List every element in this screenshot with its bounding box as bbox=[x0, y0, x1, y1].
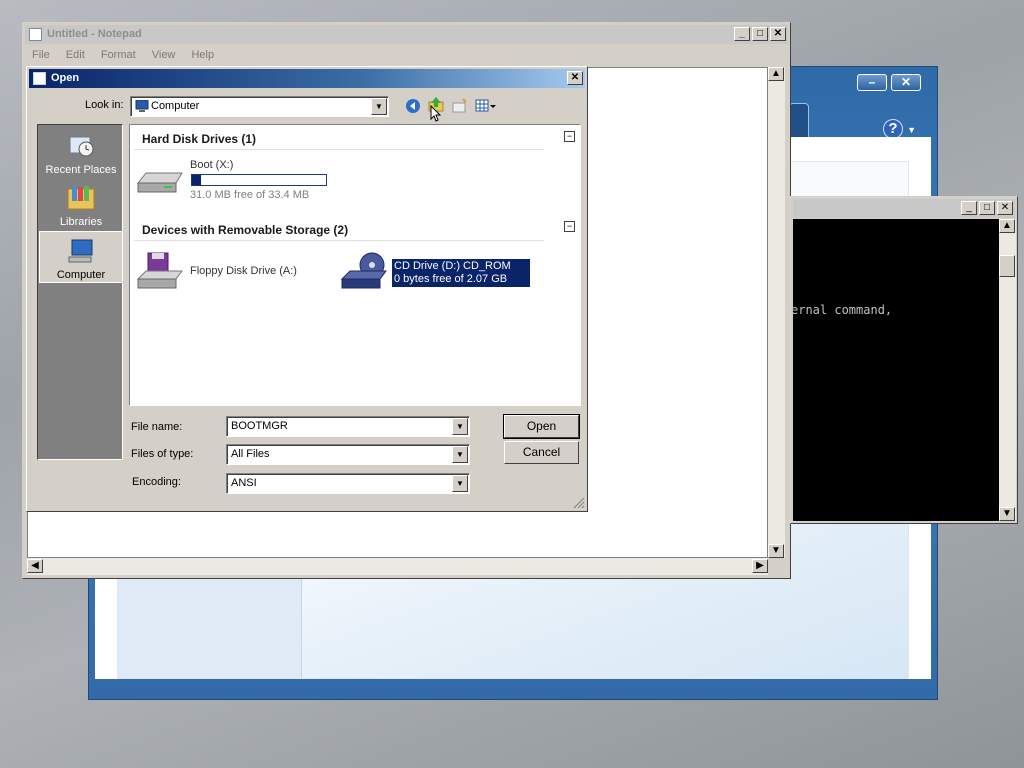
open-button[interactable]: Open bbox=[503, 414, 580, 439]
minimize-button[interactable]: _ bbox=[961, 201, 977, 215]
maximize-button[interactable]: □ bbox=[752, 27, 768, 41]
cd-drive-icon bbox=[340, 252, 387, 289]
file-name-field[interactable]: BOOTMGR ▼ bbox=[226, 416, 470, 437]
menu-edit[interactable]: Edit bbox=[66, 49, 85, 61]
files-of-type-value: All Files bbox=[231, 448, 270, 460]
group-heading: Devices with Removable Storage (2) bbox=[142, 223, 349, 237]
place-label: Libraries bbox=[59, 216, 103, 228]
menu-file[interactable]: File bbox=[32, 49, 50, 61]
menu-bar: File Edit Format View Help bbox=[25, 45, 788, 65]
vertical-scrollbar[interactable]: ▲ ▼ bbox=[768, 67, 785, 558]
files-of-type-select[interactable]: All Files ▼ bbox=[226, 444, 470, 465]
encoding-select[interactable]: ANSI ▼ bbox=[226, 473, 470, 494]
close-button[interactable]: ✕ bbox=[997, 201, 1013, 215]
place-computer[interactable]: Computer bbox=[39, 231, 123, 283]
places-bar: Recent Places Libraries Computer bbox=[37, 124, 123, 460]
group-heading: Hard Disk Drives (1) bbox=[142, 132, 257, 146]
drive-free-space: 31.0 MB free of 33.4 MB bbox=[190, 189, 310, 201]
help-icon: ? bbox=[883, 119, 903, 139]
menu-format[interactable]: Format bbox=[101, 49, 136, 61]
open-dialog: Open ✕ Look in: Computer ▼ Recent Places… bbox=[26, 66, 588, 512]
dialog-title: Open bbox=[51, 72, 80, 84]
look-in-label: Look in: bbox=[85, 99, 124, 111]
scroll-up-icon[interactable]: ▲ bbox=[999, 219, 1015, 233]
window-title: Untitled - Notepad bbox=[47, 28, 142, 40]
file-name-value: BOOTMGR bbox=[231, 420, 288, 432]
drive-usage-fill bbox=[192, 175, 202, 185]
maximize-button[interactable]: □ bbox=[979, 201, 995, 215]
chevron-down-icon: ▼ bbox=[907, 125, 917, 135]
floppy-drive-icon bbox=[136, 252, 183, 289]
view-menu-icon[interactable] bbox=[475, 98, 497, 114]
encoding-label: Encoding: bbox=[132, 476, 181, 488]
place-label: Recent Places bbox=[45, 164, 117, 176]
console-output[interactable]: ernal command, bbox=[791, 219, 999, 521]
place-libraries[interactable]: Libraries bbox=[39, 179, 123, 231]
drive-name: Floppy Disk Drive (A:) bbox=[190, 265, 297, 277]
recent-places-icon bbox=[69, 136, 94, 157]
drive-floppy[interactable]: Floppy Disk Drive (A:) bbox=[136, 251, 316, 295]
file-list[interactable]: Hard Disk Drives (1) − Boot (X:) 31.0 MB… bbox=[129, 124, 581, 406]
vertical-scrollbar[interactable]: ▲ ▼ bbox=[999, 219, 1016, 521]
collapse-icon[interactable]: − bbox=[564, 131, 575, 142]
libraries-icon bbox=[67, 186, 95, 210]
chevron-down-icon[interactable]: ▼ bbox=[452, 446, 468, 463]
cancel-button[interactable]: Cancel bbox=[504, 441, 579, 464]
place-label: Computer bbox=[56, 269, 106, 281]
notepad-titlebar[interactable]: Untitled - Notepad _ □ ✕ bbox=[25, 25, 788, 44]
hard-drive-icon bbox=[136, 172, 183, 193]
encoding-value: ANSI bbox=[231, 477, 257, 489]
cmd-titlebar[interactable]: _ □ ✕ bbox=[793, 199, 1015, 218]
scroll-right-icon[interactable]: ▶ bbox=[752, 559, 768, 573]
look-in-combo[interactable]: Computer ▼ bbox=[130, 96, 389, 117]
back-icon[interactable] bbox=[405, 98, 421, 114]
close-button[interactable]: ✕ bbox=[891, 74, 921, 91]
chevron-down-icon[interactable]: ▼ bbox=[371, 98, 387, 115]
resize-grip-icon[interactable] bbox=[573, 497, 585, 509]
scroll-down-icon[interactable]: ▼ bbox=[768, 544, 784, 558]
drive-boot[interactable]: Boot (X:) 31.0 MB free of 33.4 MB bbox=[136, 159, 336, 203]
scroll-left-icon[interactable]: ◀ bbox=[27, 559, 43, 573]
divider bbox=[134, 149, 544, 150]
new-folder-icon[interactable] bbox=[452, 98, 468, 114]
drive-free-space: 0 bytes free of 2.07 GB bbox=[392, 272, 530, 287]
horizontal-scrollbar[interactable]: ◀ ▶ bbox=[27, 558, 768, 575]
files-of-type-label: Files of type: bbox=[131, 448, 194, 460]
chevron-down-icon[interactable]: ▼ bbox=[452, 418, 468, 435]
cursor-icon bbox=[430, 105, 442, 122]
menu-help[interactable]: Help bbox=[191, 49, 214, 61]
dialog-titlebar[interactable]: Open ✕ bbox=[29, 69, 585, 88]
collapse-icon[interactable]: − bbox=[564, 221, 575, 232]
divider bbox=[134, 240, 544, 241]
open-icon bbox=[33, 72, 46, 85]
look-in-value: Computer bbox=[151, 100, 200, 112]
notepad-icon bbox=[29, 28, 42, 41]
setup-tab bbox=[789, 103, 809, 139]
computer-icon bbox=[68, 239, 93, 263]
computer-icon bbox=[135, 100, 149, 112]
cmd-window: _ □ ✕ ernal command, ▲ ▼ bbox=[790, 196, 1018, 524]
scroll-down-icon[interactable]: ▼ bbox=[999, 507, 1015, 521]
place-recent-places[interactable]: Recent Places bbox=[39, 127, 123, 179]
help-button[interactable]: ? ▼ bbox=[883, 119, 916, 139]
drive-cd[interactable]: CD Drive (D:) CD_ROM 0 bytes free of 2.0… bbox=[340, 251, 540, 295]
scroll-up-icon[interactable]: ▲ bbox=[768, 67, 784, 81]
close-button[interactable]: ✕ bbox=[770, 27, 786, 41]
chevron-down-icon[interactable]: ▼ bbox=[452, 475, 468, 492]
drive-usage-bar bbox=[191, 174, 327, 186]
minimize-button[interactable]: – bbox=[857, 74, 887, 91]
drive-name: Boot (X:) bbox=[190, 159, 234, 171]
close-button[interactable]: ✕ bbox=[567, 71, 583, 85]
file-name-label: File name: bbox=[131, 421, 183, 433]
scroll-thumb[interactable] bbox=[999, 255, 1015, 277]
menu-view[interactable]: View bbox=[152, 49, 176, 61]
console-line: ernal command, bbox=[791, 303, 893, 317]
minimize-button[interactable]: _ bbox=[734, 27, 750, 41]
